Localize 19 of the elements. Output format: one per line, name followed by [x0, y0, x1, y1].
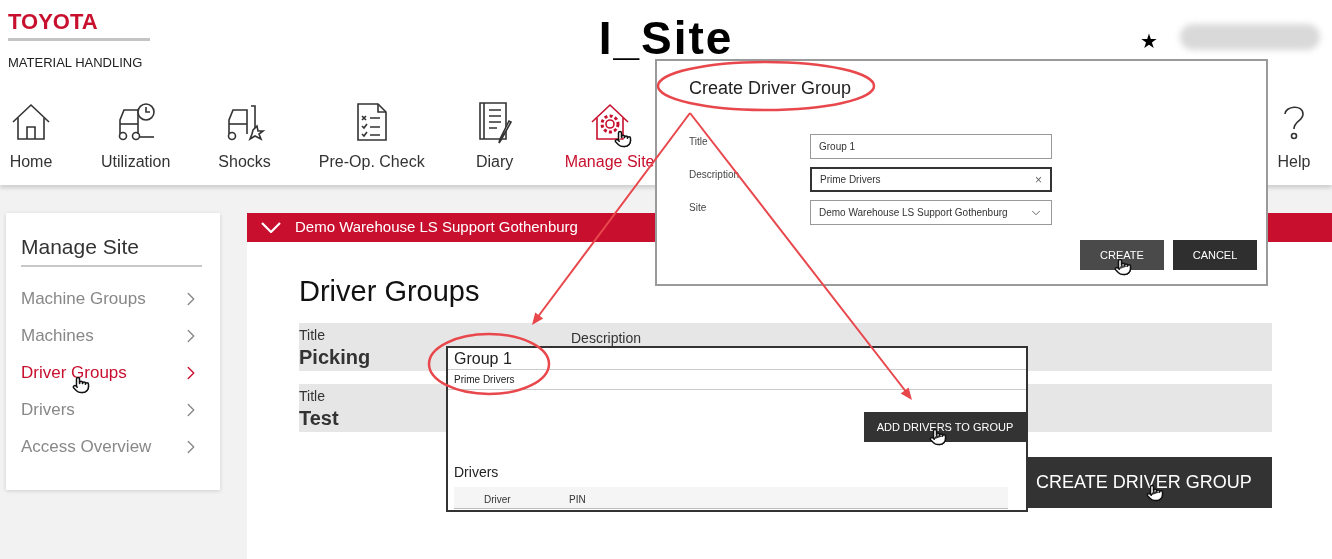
group-name: Group 1: [448, 348, 1026, 370]
group-title: Test: [299, 406, 339, 430]
field-label: Title: [689, 135, 709, 149]
field-label: Site: [689, 201, 708, 215]
description-label: Description: [571, 330, 642, 346]
dialog-title: Create Driver Group: [689, 77, 853, 100]
brand-logo: TOYOTA: [8, 10, 99, 34]
column-header: PIN: [569, 493, 586, 507]
group-description: Prime Drivers: [448, 370, 1026, 390]
title-label: Title: [299, 387, 325, 406]
sidebar-title: Manage Site: [21, 235, 139, 258]
group-title: Picking: [299, 345, 371, 369]
page-heading: Driver Groups: [299, 274, 481, 308]
app-logo: I_Site: [598, 12, 734, 64]
drivers-heading: Drivers: [453, 463, 500, 482]
title-label: Title: [299, 326, 325, 345]
column-header: Driver: [484, 493, 512, 507]
brand-subtitle: MATERIAL HANDLING: [8, 54, 144, 72]
field-label: Description: [689, 168, 741, 182]
